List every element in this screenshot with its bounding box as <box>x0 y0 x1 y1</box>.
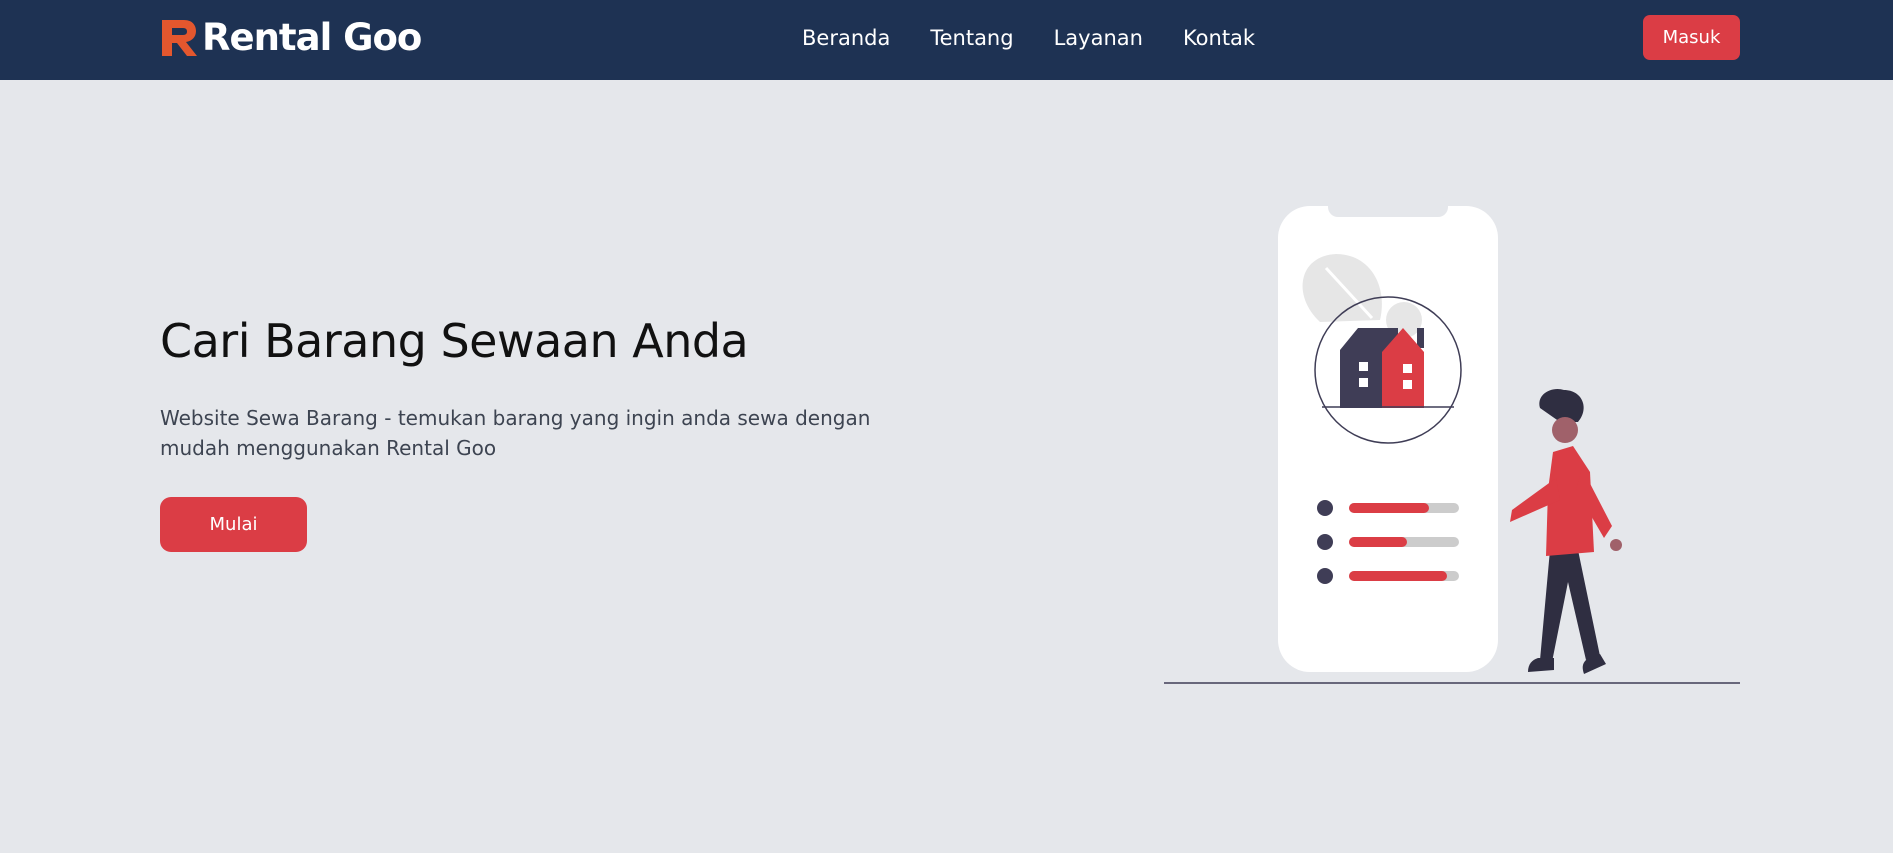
nav-link-layanan[interactable]: Layanan <box>1054 24 1143 52</box>
brand-logo[interactable]: Rental Goo <box>160 16 422 60</box>
brand-name: Rental Goo <box>202 16 422 59</box>
login-button[interactable]: Masuk <box>1643 15 1740 60</box>
hero-description: Website Sewa Barang - temukan barang yan… <box>160 406 871 460</box>
start-button[interactable]: Mulai <box>160 497 307 552</box>
phone-notch <box>1328 196 1448 217</box>
hero-title: Cari Barang Sewaan Anda <box>160 314 749 368</box>
main-nav: Beranda Tentang Layanan Kontak <box>802 24 1255 52</box>
person-figure <box>1510 388 1622 674</box>
rental-goo-logo-icon <box>162 20 197 56</box>
nav-link-tentang[interactable]: Tentang <box>930 24 1013 52</box>
navbar: Rental Goo Beranda Tentang Layanan Konta… <box>0 0 1893 80</box>
nav-link-kontak[interactable]: Kontak <box>1183 24 1255 52</box>
hero-illustration <box>1164 196 1740 684</box>
nav-link-beranda[interactable]: Beranda <box>802 24 890 52</box>
